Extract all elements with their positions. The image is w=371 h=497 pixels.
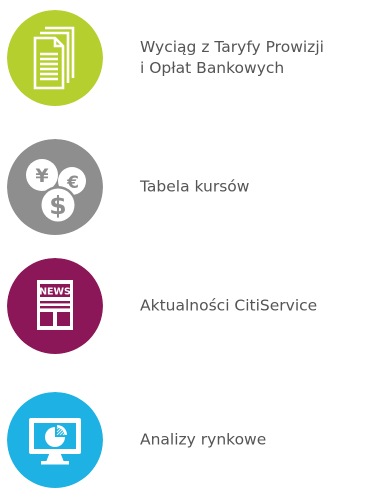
exchange-rates-link[interactable]: ¥ € $ Tabela kursów — [7, 139, 367, 235]
services-list: Wyciąg z Taryfy Prowizji i Opłat Bankowy… — [0, 0, 371, 497]
citiservice-news-label: Aktualności CitiService — [140, 296, 317, 317]
exchange-rates-label-line-1: Tabela kursów — [140, 177, 250, 196]
currency-coins-icon: ¥ € $ — [7, 139, 103, 235]
fee-tariff-label-line-2: i Opłat Bankowych — [140, 59, 285, 77]
documents-icon — [7, 10, 103, 106]
citiservice-news-label-line-1: Aktualności CitiService — [140, 296, 318, 315]
exchange-rates-label: Tabela kursów — [140, 177, 249, 198]
market-analysis-label-line-1: Analizy rynkowe — [140, 430, 267, 449]
yen-symbol: ¥ — [35, 165, 48, 187]
news-badge: NEWS — [39, 287, 71, 298]
fee-tariff-label: Wyciąg z Taryfy Prowizji i Opłat Bankowy… — [140, 37, 324, 79]
fee-tariff-link[interactable]: Wyciąg z Taryfy Prowizji i Opłat Bankowy… — [7, 10, 367, 106]
dollar-symbol: $ — [49, 191, 66, 220]
fee-tariff-label-line-1: Wyciąg z Taryfy Prowizji — [140, 38, 324, 56]
citiservice-news-link[interactable]: NEWS Aktualności CitiService — [7, 258, 367, 354]
euro-symbol: € — [66, 173, 79, 193]
newspaper-icon: NEWS — [7, 258, 103, 354]
market-analysis-label: Analizy rynkowe — [140, 430, 266, 451]
market-analysis-link[interactable]: Analizy rynkowe — [7, 392, 367, 488]
monitor-chart-icon — [7, 392, 103, 488]
